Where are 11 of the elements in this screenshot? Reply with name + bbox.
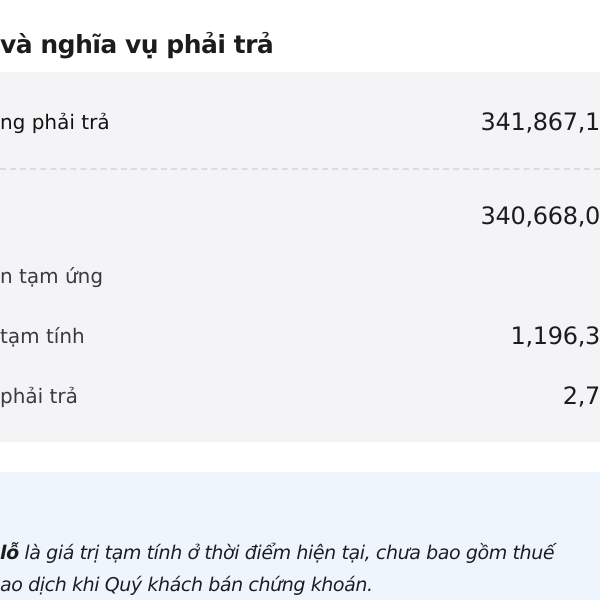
row-value: 340,668,0: [480, 201, 600, 232]
note-text: lỗ là giá trị tạm tính ở thời điểm hiện tại, chưa bao gồm thuế: [0, 538, 600, 568]
row-label: n tạm ứng: [0, 263, 104, 290]
row-value: 341,867,1: [480, 107, 600, 138]
note-text: ao dịch khi Quý khách bán chứng khoán.: [0, 573, 374, 598]
row-label: phải trả: [0, 383, 78, 410]
row-label: ng phải trả: [0, 109, 110, 136]
row-value: 2,7: [562, 381, 600, 412]
section-title: và nghĩa vụ phải trả: [0, 29, 274, 61]
row-value: 1,196,3: [510, 321, 600, 352]
row-label: tạm tính: [0, 323, 85, 350]
